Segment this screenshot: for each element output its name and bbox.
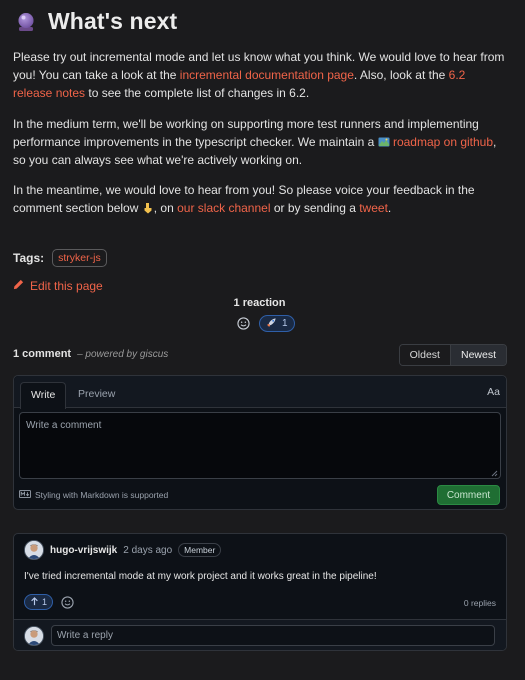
reactions-title: 1 reaction (233, 297, 286, 309)
paragraph-text: . Also, look at the (353, 67, 449, 82)
resize-handle-icon[interactable] (491, 469, 498, 477)
upvote-count: 1 (42, 597, 48, 607)
comments-header: 1 comment – powered by giscus (13, 348, 168, 360)
comment-textarea[interactable]: Write a comment (19, 412, 501, 479)
sort-oldest-button[interactable]: Oldest (399, 345, 450, 365)
slack-channel-link[interactable]: our slack channel (177, 201, 270, 215)
paragraph-text: , on (153, 200, 178, 215)
tab-preview[interactable]: Preview (68, 382, 125, 406)
comment-submit-button[interactable]: Comment (437, 485, 500, 505)
comment-composer: Write Preview Aa Write a comment Styling… (13, 375, 507, 510)
comment-thread: hugo-vrijswijk 2 days ago Member I've tr… (13, 533, 507, 651)
comment-add-reaction-smiley-icon[interactable] (59, 594, 75, 610)
tags-label: Tags: (13, 251, 45, 265)
edit-page-link[interactable]: Edit this page (30, 279, 103, 293)
incremental-docs-link[interactable]: incremental documentation page (180, 68, 354, 82)
markdown-note: Styling with Markdown is supported (19, 490, 168, 500)
text-size-toggle[interactable]: Aa (487, 386, 500, 398)
tag-stryker-js[interactable]: stryker-js (52, 249, 107, 267)
sort-toggle: Oldest Newest (398, 344, 507, 366)
edit-this-page[interactable]: Edit this page (13, 279, 103, 293)
map-icon (378, 136, 390, 148)
paragraph-1: Please try out incremental mode and let … (13, 49, 508, 102)
markdown-icon (19, 490, 31, 500)
comment-time[interactable]: 2 days ago (123, 545, 172, 556)
page-title: What's next (48, 8, 178, 34)
pencil-icon (13, 279, 24, 293)
paragraph-text: or by sending a (270, 200, 360, 215)
powered-by: – powered by giscus (77, 349, 168, 360)
avatar (24, 626, 44, 646)
replies-count: 0 replies (463, 598, 496, 608)
pointing-down-icon (142, 202, 154, 214)
comment-body: I've tried incremental mode at my work p… (24, 571, 377, 582)
comment-author[interactable]: hugo-vrijswijk (50, 545, 117, 556)
comment-header: hugo-vrijswijk 2 days ago Member (24, 540, 222, 560)
reaction-row: 1 (235, 315, 295, 332)
paragraph-3: In the meantime, we would love to hear f… (13, 182, 508, 218)
rocket-icon (266, 317, 277, 331)
arrow-up-icon (30, 596, 39, 608)
tags-row: Tags: stryker-js (13, 249, 107, 267)
sort-newest-button[interactable]: Newest (449, 345, 506, 365)
rocket-reaction-button[interactable]: 1 (259, 315, 295, 332)
reply-placeholder: Write a reply (57, 630, 113, 641)
member-badge: Member (178, 543, 222, 557)
giscus-link[interactable]: giscus (140, 349, 168, 360)
paragraph-text: . (387, 200, 392, 215)
paragraph-2: In the medium term, we'll be working on … (13, 116, 508, 169)
powered-prefix: – powered by (77, 349, 140, 360)
tweet-link[interactable]: tweet (359, 201, 388, 215)
comment-reactions: 1 (24, 594, 75, 610)
reaction-count: 1 (282, 318, 288, 329)
tab-write[interactable]: Write (20, 382, 67, 409)
crystal-ball-icon (14, 10, 38, 34)
comment-count: 1 comment (13, 348, 72, 360)
add-reaction-smiley-icon[interactable] (235, 316, 251, 332)
paragraph-text: to see the complete list of changes in 6… (85, 85, 310, 100)
comment-placeholder: Write a comment (26, 420, 102, 431)
upvote-button[interactable]: 1 (24, 594, 54, 610)
markdown-note-text: Styling with Markdown is supported (35, 490, 169, 500)
avatar[interactable] (24, 540, 44, 560)
reply-input[interactable]: Write a reply (51, 625, 495, 646)
section-heading: What's next (14, 8, 177, 35)
composer-tabbar: Write Preview Aa (14, 376, 506, 409)
roadmap-link[interactable]: roadmap on github (393, 135, 493, 149)
reply-bar: Write a reply (14, 619, 506, 650)
